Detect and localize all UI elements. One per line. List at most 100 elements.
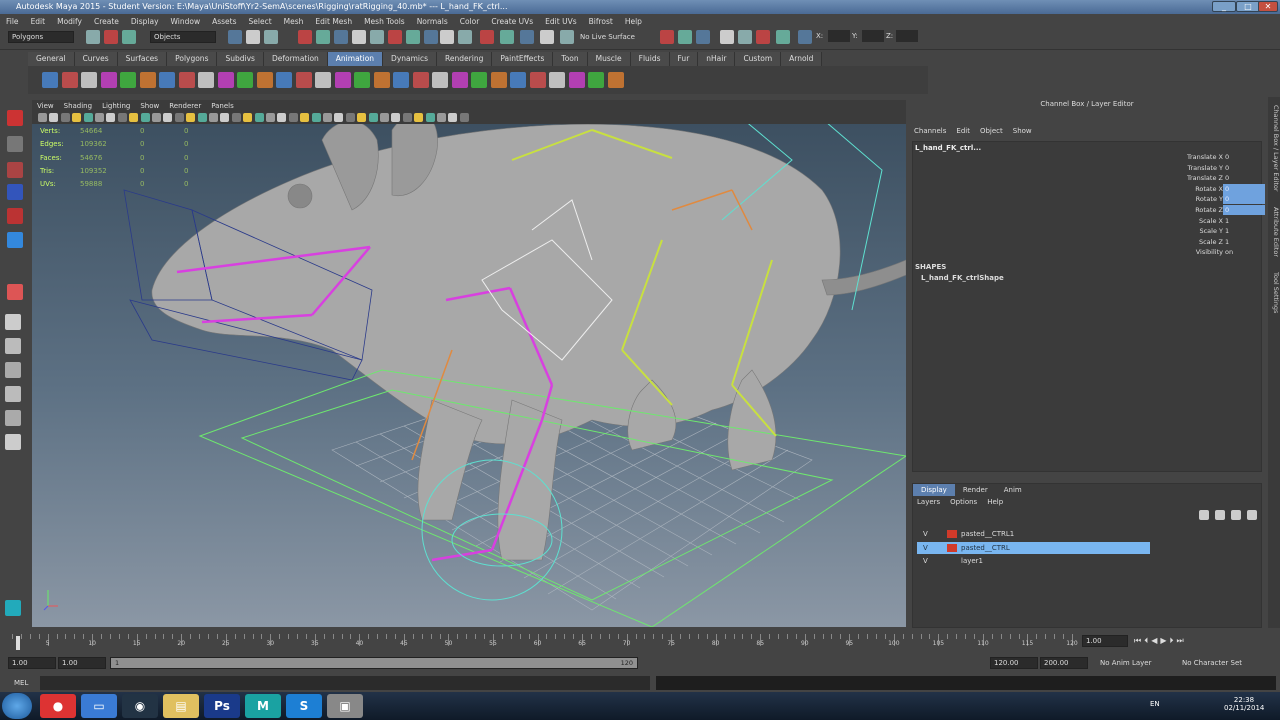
viewport-tool-icon[interactable] xyxy=(357,113,367,122)
menu-modify[interactable]: Modify xyxy=(51,17,88,26)
layer-visibility-toggle[interactable]: V xyxy=(923,528,928,540)
shelf-tool-icon[interactable] xyxy=(588,72,604,88)
layer-menu-layers[interactable]: Layers xyxy=(917,498,940,506)
layer-visibility-toggle[interactable]: V xyxy=(923,542,928,554)
maya-icon[interactable]: M xyxy=(245,694,281,718)
viewport-menu-shading[interactable]: Shading xyxy=(59,100,97,112)
channel-scale-z-value[interactable]: 1 xyxy=(1223,237,1265,247)
shelf-tab-fur[interactable]: Fur xyxy=(669,52,699,66)
viewport-tool-icon[interactable] xyxy=(197,113,207,122)
shelf-tool-icon[interactable] xyxy=(120,72,136,88)
single-perspective-layout-icon[interactable] xyxy=(5,314,21,330)
range-start-field[interactable]: 1.00 xyxy=(58,657,106,669)
viewport-tool-icon[interactable] xyxy=(129,113,139,122)
shelf-tool-icon[interactable] xyxy=(217,72,234,88)
channel-menu-edit[interactable]: Edit xyxy=(956,127,970,135)
lasso-tool-icon[interactable] xyxy=(7,136,23,152)
viewport-tool-icon[interactable] xyxy=(368,113,378,122)
statusline-tool-icon[interactable] xyxy=(246,30,260,44)
persp-graph-layout-icon[interactable] xyxy=(5,386,21,402)
menu-edit-uvs[interactable]: Edit UVs xyxy=(539,17,582,26)
layer-menu-help[interactable]: Help xyxy=(987,498,1003,506)
command-input[interactable] xyxy=(40,676,650,690)
shelf-tool-icon[interactable] xyxy=(529,72,546,88)
viewport-tool-icon[interactable] xyxy=(152,113,161,122)
explorer-icon[interactable]: ▭ xyxy=(81,694,117,718)
channel-scale-z-label[interactable]: Scale Z xyxy=(1199,237,1223,248)
anim-layer-menu[interactable]: No Anim Layer xyxy=(1100,659,1151,667)
live-surface-label[interactable]: No Live Surface xyxy=(580,31,650,43)
viewport-tool-icon[interactable] xyxy=(334,113,344,122)
statusline-tool-icon[interactable] xyxy=(720,30,734,44)
outliner-layout-icon[interactable] xyxy=(5,434,21,450)
layer-name[interactable]: layer1 xyxy=(961,555,983,567)
z-input[interactable] xyxy=(896,30,918,42)
viewport-tool-icon[interactable] xyxy=(254,113,264,122)
viewport-tool-icon[interactable] xyxy=(425,113,435,122)
statusline-tool-icon[interactable] xyxy=(406,30,420,44)
shelf-tool-icon[interactable] xyxy=(373,72,390,88)
statusline-tool-icon[interactable] xyxy=(678,30,692,44)
shelf-tab-painteffects[interactable]: PaintEffects xyxy=(492,52,554,66)
statusline-tool-icon[interactable] xyxy=(756,30,770,44)
menu-display[interactable]: Display xyxy=(125,17,165,26)
channel-rotate-y-label[interactable]: Rotate Y xyxy=(1196,194,1223,205)
viewport-tool-icon[interactable] xyxy=(288,113,298,122)
viewport-tool-icon[interactable] xyxy=(311,113,321,122)
statusline-tool-icon[interactable] xyxy=(104,30,118,44)
layer-tool-icon[interactable] xyxy=(1247,510,1257,520)
statusline-tool-icon[interactable] xyxy=(440,30,454,44)
side-tab-2[interactable]: Tool Settings xyxy=(1268,272,1280,313)
side-tab-1[interactable]: Attribute Editor xyxy=(1268,207,1280,257)
shelf-tab-toon[interactable]: Toon xyxy=(553,52,588,66)
statusline-tool-icon[interactable] xyxy=(520,30,534,44)
end-time-field[interactable]: 200.00 xyxy=(1040,657,1088,669)
channel-translate-y-value[interactable]: 0 xyxy=(1223,163,1265,173)
viewport-tool-icon[interactable] xyxy=(106,113,116,122)
channel-scale-x-label[interactable]: Scale X xyxy=(1199,216,1223,227)
statusline-tool-icon[interactable] xyxy=(122,30,136,44)
statusline-tool-icon[interactable] xyxy=(334,30,348,44)
shelf-tool-icon[interactable] xyxy=(42,72,58,88)
channel-translate-y-label[interactable]: Translate Y xyxy=(1187,163,1223,174)
statusline-tool-icon[interactable] xyxy=(298,30,312,44)
layer-visibility-toggle[interactable]: V xyxy=(923,555,928,567)
viewport-tool-icon[interactable] xyxy=(402,113,412,122)
menu-mesh[interactable]: Mesh xyxy=(278,17,310,26)
viewport-tool-icon[interactable] xyxy=(186,113,196,122)
character-set-menu[interactable]: No Character Set xyxy=(1182,659,1242,667)
statusline-tool-icon[interactable] xyxy=(388,30,402,44)
move-tool-icon[interactable] xyxy=(7,184,23,200)
viewport-menu-panels[interactable]: Panels xyxy=(206,100,239,112)
range-bar[interactable]: 1 120 xyxy=(110,657,638,669)
clock[interactable]: 22:38 02/11/2014 xyxy=(1224,696,1264,712)
shelf-tool-icon[interactable] xyxy=(568,72,585,88)
layer-tab-anim[interactable]: Anim xyxy=(996,484,1030,496)
shelf-tool-icon[interactable] xyxy=(432,72,448,88)
shelf-tool-icon[interactable] xyxy=(471,72,487,88)
statusline-tool-icon[interactable] xyxy=(738,30,752,44)
statusline-tool-icon[interactable] xyxy=(660,30,674,44)
viewport-menu-show[interactable]: Show xyxy=(135,100,164,112)
layer-color-swatch[interactable] xyxy=(947,543,957,552)
viewport-tool-icon[interactable] xyxy=(49,113,59,122)
viewport-tool-icon[interactable] xyxy=(243,113,253,122)
range-end-handle[interactable]: 120 xyxy=(621,659,633,667)
statusline-tool-icon[interactable] xyxy=(776,30,790,44)
layer-tool-icon[interactable] xyxy=(1231,510,1241,520)
layer-tab-render[interactable]: Render xyxy=(955,484,996,496)
menu-create[interactable]: Create xyxy=(88,17,125,26)
shelf-tool-icon[interactable] xyxy=(549,72,565,88)
shelf-tab-deformation[interactable]: Deformation xyxy=(263,52,328,66)
menu-file[interactable]: File xyxy=(0,17,25,26)
menu-normals[interactable]: Normals xyxy=(411,17,454,26)
shelf-tool-icon[interactable] xyxy=(490,72,507,88)
shape-node-name[interactable]: L_hand_FK_ctrlShape xyxy=(921,274,1004,282)
shelf-tool-icon[interactable] xyxy=(139,72,156,88)
viewport-tool-icon[interactable] xyxy=(140,113,150,122)
layer-name[interactable]: pasted__CTRL xyxy=(961,542,1010,554)
viewport-tool-icon[interactable] xyxy=(414,113,424,122)
language-indicator[interactable]: EN xyxy=(1150,700,1160,708)
statusline-tool-icon[interactable] xyxy=(696,30,710,44)
channel-translate-z-value[interactable]: 0 xyxy=(1223,173,1265,183)
